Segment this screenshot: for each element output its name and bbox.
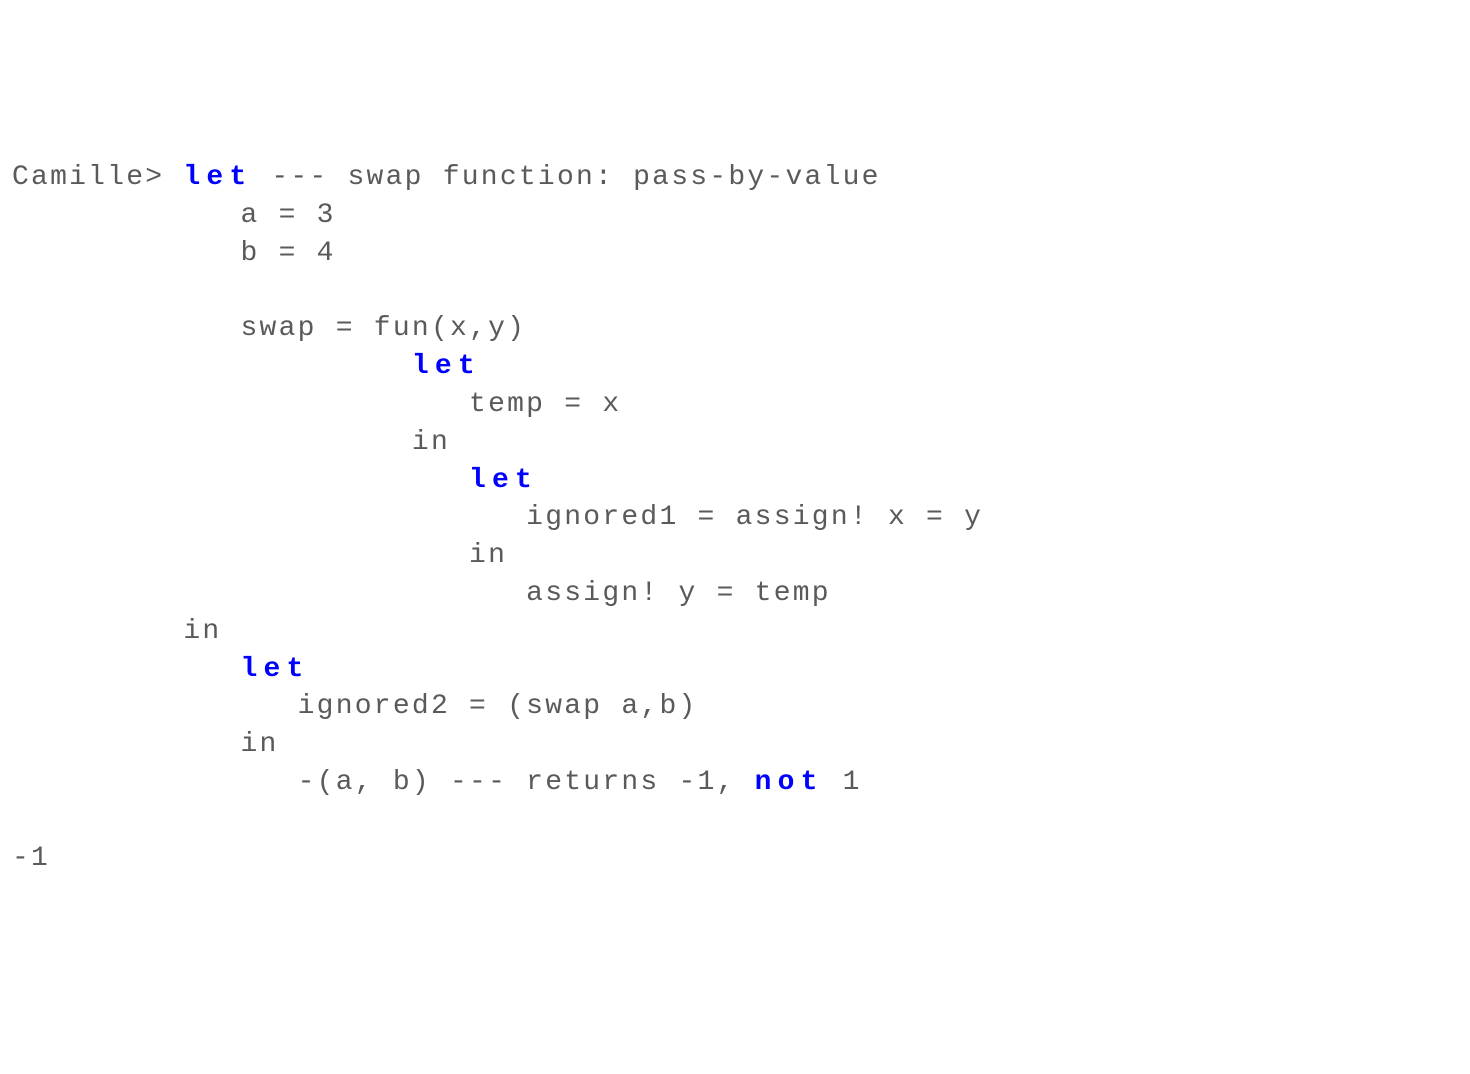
code-line: 1 [824, 767, 862, 798]
repl-prompt: Camille> [12, 162, 183, 193]
code-line: in [12, 540, 507, 571]
code-line: in [12, 427, 450, 458]
code-line: assign! y = temp [12, 578, 831, 609]
code-line: swap = fun(x,y) [12, 313, 526, 344]
code-line: in [12, 729, 279, 760]
code-line: ignored2 = (swap a,b) [12, 691, 698, 722]
code-line: a = 3 [12, 200, 336, 231]
code-line: in [12, 616, 221, 647]
repl-output: -1 [12, 843, 50, 874]
comment: --- swap function: pass-by-value [252, 162, 880, 193]
keyword-let: let [469, 465, 538, 496]
code-line: ignored1 = assign! x = y [12, 502, 983, 533]
code-line: temp = x [12, 389, 621, 420]
keyword-let: let [412, 351, 481, 382]
code-line: -(a, b) --- returns -1, [12, 767, 755, 798]
keyword-not: not [755, 767, 824, 798]
keyword-let: let [183, 162, 252, 193]
code-indent [12, 351, 412, 382]
code-indent [12, 654, 241, 685]
code-line: b = 4 [12, 238, 336, 269]
code-indent [12, 465, 469, 496]
keyword-let: let [241, 654, 310, 685]
code-block: Camille> let --- swap function: pass-by-… [12, 159, 1458, 877]
